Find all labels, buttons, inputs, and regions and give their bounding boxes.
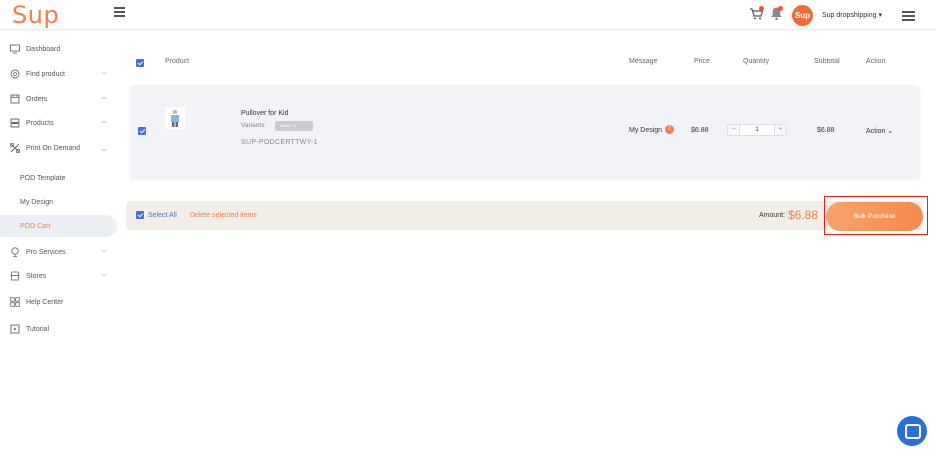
amount-label: Amount: [759,212,786,219]
search-icon [10,69,20,79]
sidebar-item-label: Products [26,119,54,127]
sidebar-item-print-on-demand[interactable]: Print On Demand ︿ [0,137,117,159]
column-header-product: Product [165,58,190,65]
logo[interactable]: Sup [12,1,59,29]
select-all-header-checkbox[interactable] [136,59,144,67]
sidebar-toggle-icon[interactable] [114,7,125,17]
chevron-up-icon: ︿ [101,146,108,153]
sidebar-subitem-my-design[interactable]: My Design [0,191,117,213]
sidebar-item-dashboard[interactable]: Dashboard [0,38,117,60]
sidebar-item-label: Print On Demand [26,144,81,152]
sidebar-subitem-pod-cart[interactable]: POD Cart [0,215,117,237]
column-header-quantity: Quantity [743,58,770,65]
sidebar-item-label: Tutorial [26,325,50,333]
sidebar-item-products[interactable]: Products ﹀ [0,112,117,134]
sidebar: Dashboard Find product ﹀ Orders ﹀ Produc… [0,31,120,472]
sidebar-item-label: Pro Services [26,248,66,256]
row-subtotal: $6.88 [817,127,835,134]
sidebar-subitem-label: My Design [20,198,54,206]
sidebar-item-pro-services[interactable]: Pro Services ﹀ [0,241,117,263]
table-row [130,85,920,178]
sidebar-item-stores[interactable]: Stores ﹀ [0,265,117,287]
column-header-subtotal: Subtotal [814,58,840,65]
top-bar: Sup Sup Sup dropshipping ▾ [0,0,936,30]
store-icon [10,271,20,281]
variants-label: Variants: [241,122,267,129]
sidebar-item-label: Stores [26,272,47,280]
variant-tag: White / 2 [275,121,313,131]
chevron-down-icon: ⌄ [887,128,894,135]
menu-icon[interactable] [902,11,915,23]
tutorial-icon [10,324,20,334]
quantity-increase-button[interactable]: + [774,125,786,135]
help-icon [10,297,20,307]
sidebar-item-orders[interactable]: Orders ﹀ [0,88,117,110]
bell-notification-dot [778,6,783,11]
sidebar-item-label: Dashboard [26,45,61,53]
quantity-input[interactable]: 1 [740,125,774,135]
chevron-down-icon: ﹀ [101,121,108,128]
avatar[interactable]: Sup [792,5,813,26]
select-all-label[interactable]: Select All [148,212,177,219]
column-header-action: Action [866,58,886,65]
message-badge: 2 [665,125,674,134]
row-price: $6.88 [691,127,709,134]
column-header-message: Message [629,58,658,65]
chevron-down-icon: ﹀ [101,97,108,104]
sidebar-subitem-label: POD Cart [20,222,51,230]
services-icon [11,247,19,257]
quantity-stepper: − 1 + [727,124,787,136]
product-thumbnail[interactable] [165,107,185,129]
amount-value: $6.88 [788,208,819,222]
sidebar-item-label: Help Center [26,298,64,306]
quantity-decrease-button[interactable]: − [728,125,740,135]
highlight-box [824,196,928,235]
sidebar-item-label: Orders [26,95,48,103]
orders-icon [10,94,20,104]
monitor-icon [10,44,20,54]
select-all-checkbox[interactable] [136,211,144,219]
account-name: Sup dropshipping [822,12,877,19]
products-icon [10,118,20,128]
chevron-down-icon: ﹀ [101,72,108,79]
action-dropdown[interactable]: Action ⌄ [866,127,893,135]
product-sku: SUP-PODCERTTWY-1 [241,139,318,146]
action-label: Action [866,128,886,135]
message-link[interactable]: My Design [629,127,662,134]
column-header-price: Price [694,58,710,65]
sidebar-item-tutorial[interactable]: Tutorial [0,318,117,340]
product-name[interactable]: Pullover for Kid [241,110,288,117]
chevron-down-icon: ﹀ [101,250,108,257]
pod-icon [10,143,20,153]
chat-icon[interactable] [897,416,927,446]
chevron-down-icon: ﹀ [101,274,108,281]
sidebar-subitem-label: POD Template [20,174,66,182]
account-menu[interactable]: Sup dropshipping ▾ [822,11,882,19]
cart-notification-dot [759,6,764,11]
sidebar-subitem-pod-template[interactable]: POD Template [0,167,117,189]
sidebar-item-label: Find product [26,70,65,78]
sidebar-item-help-center[interactable]: Help Center [0,291,117,313]
delete-selected-link[interactable]: Delete selected items [190,212,257,219]
sidebar-item-find-product[interactable]: Find product ﹀ [0,63,117,85]
caret-down-icon: ▾ [878,12,882,19]
row-checkbox[interactable] [138,127,146,135]
